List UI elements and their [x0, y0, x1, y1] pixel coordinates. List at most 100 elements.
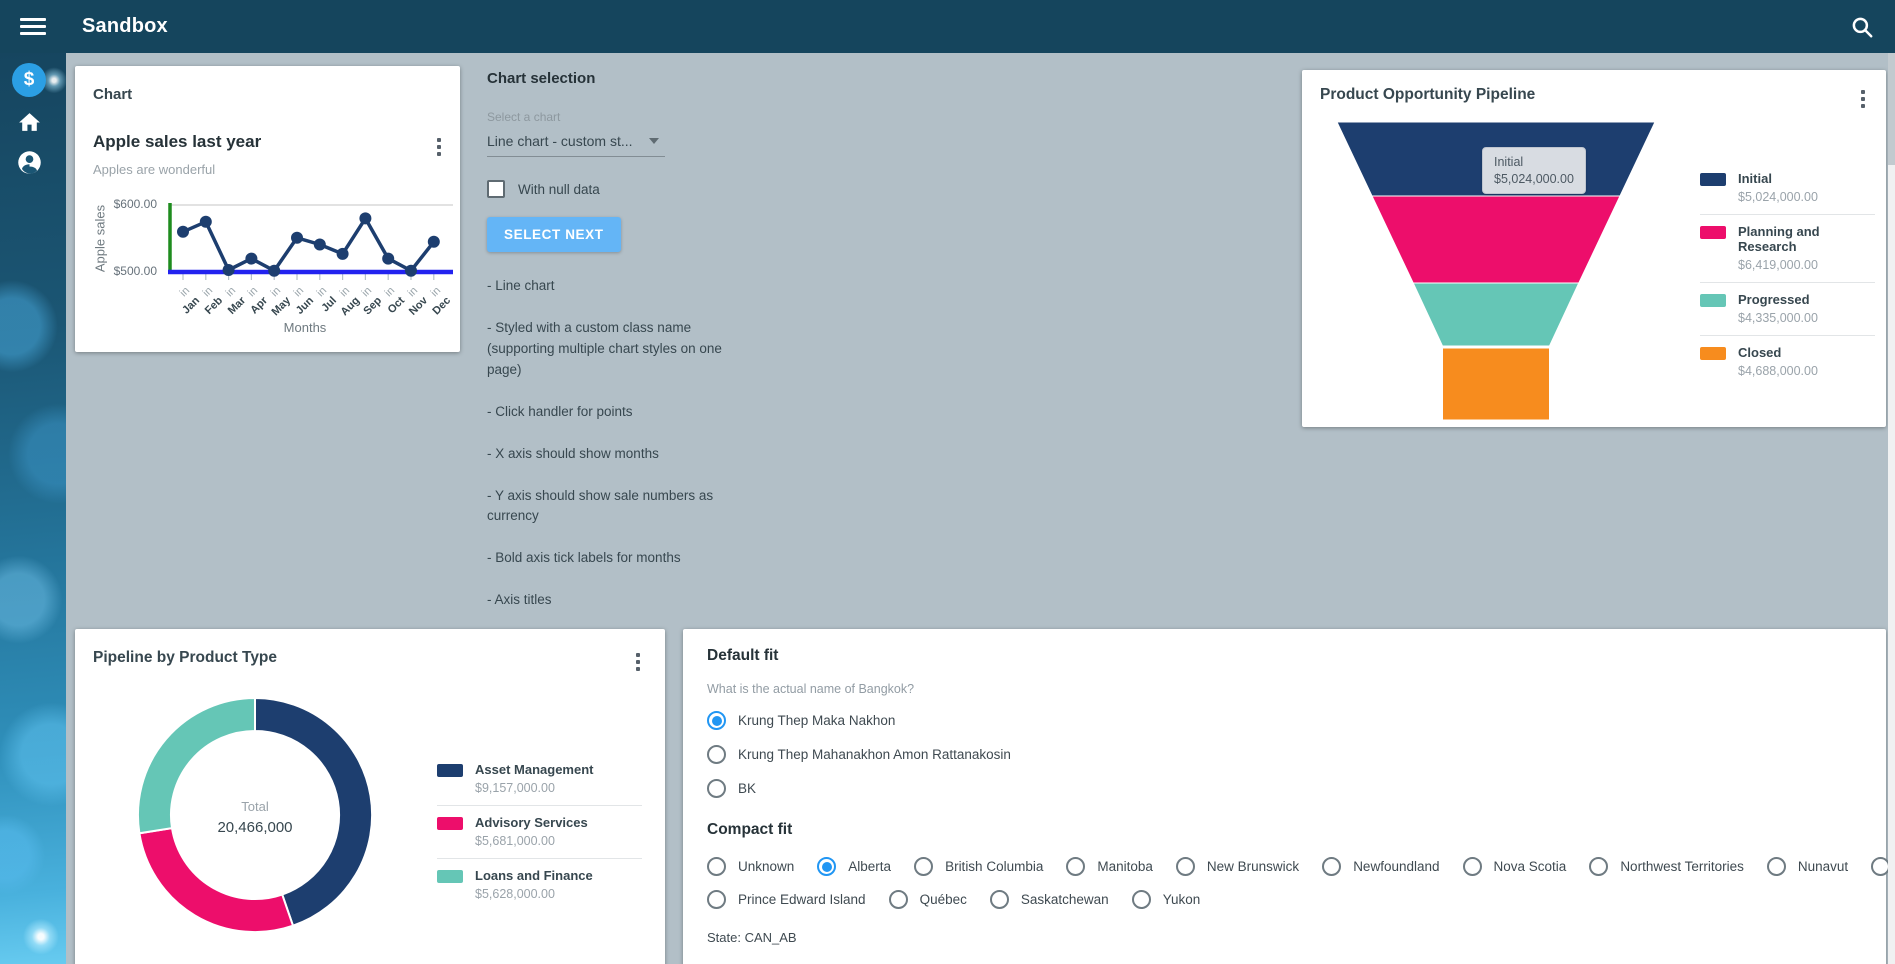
with-null-data-checkbox[interactable]: With null data [487, 180, 725, 198]
y-axis-title: Apple sales [93, 184, 108, 294]
line-chart-subtitle: Apples are wonderful [93, 162, 215, 177]
radio-circle [707, 890, 726, 909]
donut-total-label: Total [175, 799, 335, 814]
scrollbar[interactable] [1888, 53, 1895, 964]
line-point[interactable] [223, 264, 235, 276]
legend-item[interactable]: Progressed$4,335,000.00 [1700, 282, 1875, 335]
line-point[interactable] [359, 212, 371, 224]
legend-item[interactable]: Planning and Research$6,419,000.00 [1700, 214, 1875, 282]
province-radio-row-1: Unknown Alberta British Columbia Manitoba Ne… [707, 857, 1862, 876]
radio-label: Krung Thep Mahanakhon Amon Rattanakosin [738, 747, 1011, 762]
radio-circle [1589, 857, 1608, 876]
state-label: State: CAN_AB [707, 930, 1862, 945]
radio-label: Saskatchewan [1021, 892, 1109, 907]
legend-label: Planning and Research [1738, 224, 1875, 254]
legend-label: Progressed [1738, 292, 1818, 307]
tooltip-value: $5,024,000.00 [1494, 172, 1574, 186]
line-point[interactable] [428, 236, 440, 248]
chart-note: - Y axis should show sale numbers as cur… [487, 486, 725, 528]
funnel-stage[interactable] [1413, 283, 1579, 346]
legend-swatch [437, 764, 463, 777]
province-radio-option[interactable]: Manitoba [1066, 857, 1153, 876]
donut-legend: Asset Management$9,157,000.00Advisory Se… [437, 753, 642, 911]
province-radio-row-2: Prince Edward Island Québec Saskatchewan Yu… [707, 890, 1862, 909]
finance-dollar-icon[interactable]: $ [12, 63, 46, 97]
kebab-menu-icon[interactable] [1856, 88, 1870, 110]
chevron-down-icon [649, 138, 659, 144]
chart-selection-panel: Chart selection Select a chart Line char… [487, 70, 725, 632]
funnel-card: Product Opportunity Pipeline Initial $5,… [1302, 70, 1886, 427]
chart-note: - Line chart [487, 276, 725, 297]
chart-note: - Bold axis tick labels for months [487, 548, 725, 569]
legend-label: Advisory Services [475, 815, 588, 830]
radio-circle [1767, 857, 1786, 876]
radio-circle [914, 857, 933, 876]
legend-item[interactable]: Loans and Finance$5,628,000.00 [437, 858, 642, 911]
home-icon[interactable] [17, 110, 42, 140]
radio-circle [707, 779, 726, 798]
search-icon[interactable] [1849, 14, 1875, 40]
account-icon[interactable] [16, 149, 43, 181]
line-point[interactable] [337, 248, 349, 260]
radio-circle [707, 857, 726, 876]
funnel-stage[interactable] [1443, 348, 1550, 420]
donut-slice[interactable] [139, 828, 293, 932]
legend-label: Asset Management [475, 762, 593, 777]
province-radio-option[interactable]: British Columbia [914, 857, 1043, 876]
bangkok-radio-option[interactable]: Krung Thep Mahanakhon Amon Rattanakosin [707, 745, 1862, 764]
card-header: Chart [93, 86, 132, 103]
radio-circle [707, 745, 726, 764]
line-point[interactable] [177, 226, 189, 238]
radio-circle [707, 711, 726, 730]
radio-label: Yukon [1163, 892, 1201, 907]
default-fit-title: Default fit [707, 647, 1862, 665]
line-point[interactable] [200, 216, 212, 228]
radio-label: New Brunswick [1207, 859, 1299, 874]
left-sidebar: $ [0, 53, 66, 964]
line-point[interactable] [291, 232, 303, 244]
donut-total-value: 20,466,000 [175, 819, 335, 836]
province-radio-option[interactable]: Saskatchewan [990, 890, 1109, 909]
province-radio-option[interactable]: Nova Scotia [1463, 857, 1567, 876]
bangkok-radio-option[interactable]: BK [707, 779, 1862, 798]
radio-label: Alberta [848, 859, 891, 874]
checkbox-label: With null data [518, 182, 600, 197]
province-radio-option[interactable]: New Brunswick [1176, 857, 1299, 876]
line-point[interactable] [245, 253, 257, 265]
province-radio-option[interactable]: Newfoundland [1322, 857, 1439, 876]
legend-item[interactable]: Advisory Services $5,681,000.00 [437, 805, 642, 858]
province-radio-option[interactable]: Yukon [1132, 890, 1201, 909]
province-radio-option[interactable]: Nunavut [1767, 857, 1848, 876]
province-radio-option[interactable]: Québec [889, 890, 967, 909]
compact-fit-title: Compact fit [707, 821, 1862, 839]
province-radio-option[interactable]: Prince Edward Island [707, 890, 866, 909]
hamburger-menu-icon[interactable] [20, 14, 46, 39]
legend-item[interactable]: Initial$5,024,000.00 [1700, 162, 1875, 214]
province-radio-option[interactable]: Northwest Territories [1589, 857, 1744, 876]
line-point[interactable] [382, 253, 394, 265]
legend-value: $5,681,000.00 [475, 834, 588, 848]
legend-item[interactable]: Closed$4,688,000.00 [1700, 335, 1875, 388]
radio-label: Newfoundland [1353, 859, 1439, 874]
bangkok-radio-option[interactable]: Krung Thep Maka Nakhon [707, 711, 1862, 730]
radio-circle [817, 857, 836, 876]
province-radio-option[interactable]: Alberta [817, 857, 891, 876]
select-value: Line chart - custom st... [487, 133, 633, 149]
funnel-stage[interactable] [1372, 196, 1620, 283]
line-point[interactable] [268, 265, 280, 277]
chart-type-select[interactable]: Line chart - custom st... [487, 133, 665, 157]
legend-swatch [1700, 294, 1726, 307]
line-point[interactable] [405, 265, 417, 277]
chart-note: - X axis should show months [487, 444, 725, 465]
funnel-tooltip: Initial $5,024,000.00 [1482, 147, 1586, 194]
kebab-menu-icon[interactable] [432, 136, 446, 158]
chart-note: - Styled with a custom class name (suppo… [487, 318, 725, 381]
select-a-chart-label: Select a chart [487, 110, 725, 124]
fit-card: Default fit What is the actual name of B… [683, 629, 1886, 964]
select-next-button[interactable]: SELECT NEXT [487, 217, 621, 252]
scrollbar-thumb[interactable] [1888, 53, 1895, 165]
province-radio-option[interactable]: Unknown [707, 857, 794, 876]
line-point[interactable] [314, 239, 326, 251]
legend-item[interactable]: Asset Management$9,157,000.00 [437, 753, 642, 805]
tooltip-label: Initial [1494, 155, 1574, 169]
